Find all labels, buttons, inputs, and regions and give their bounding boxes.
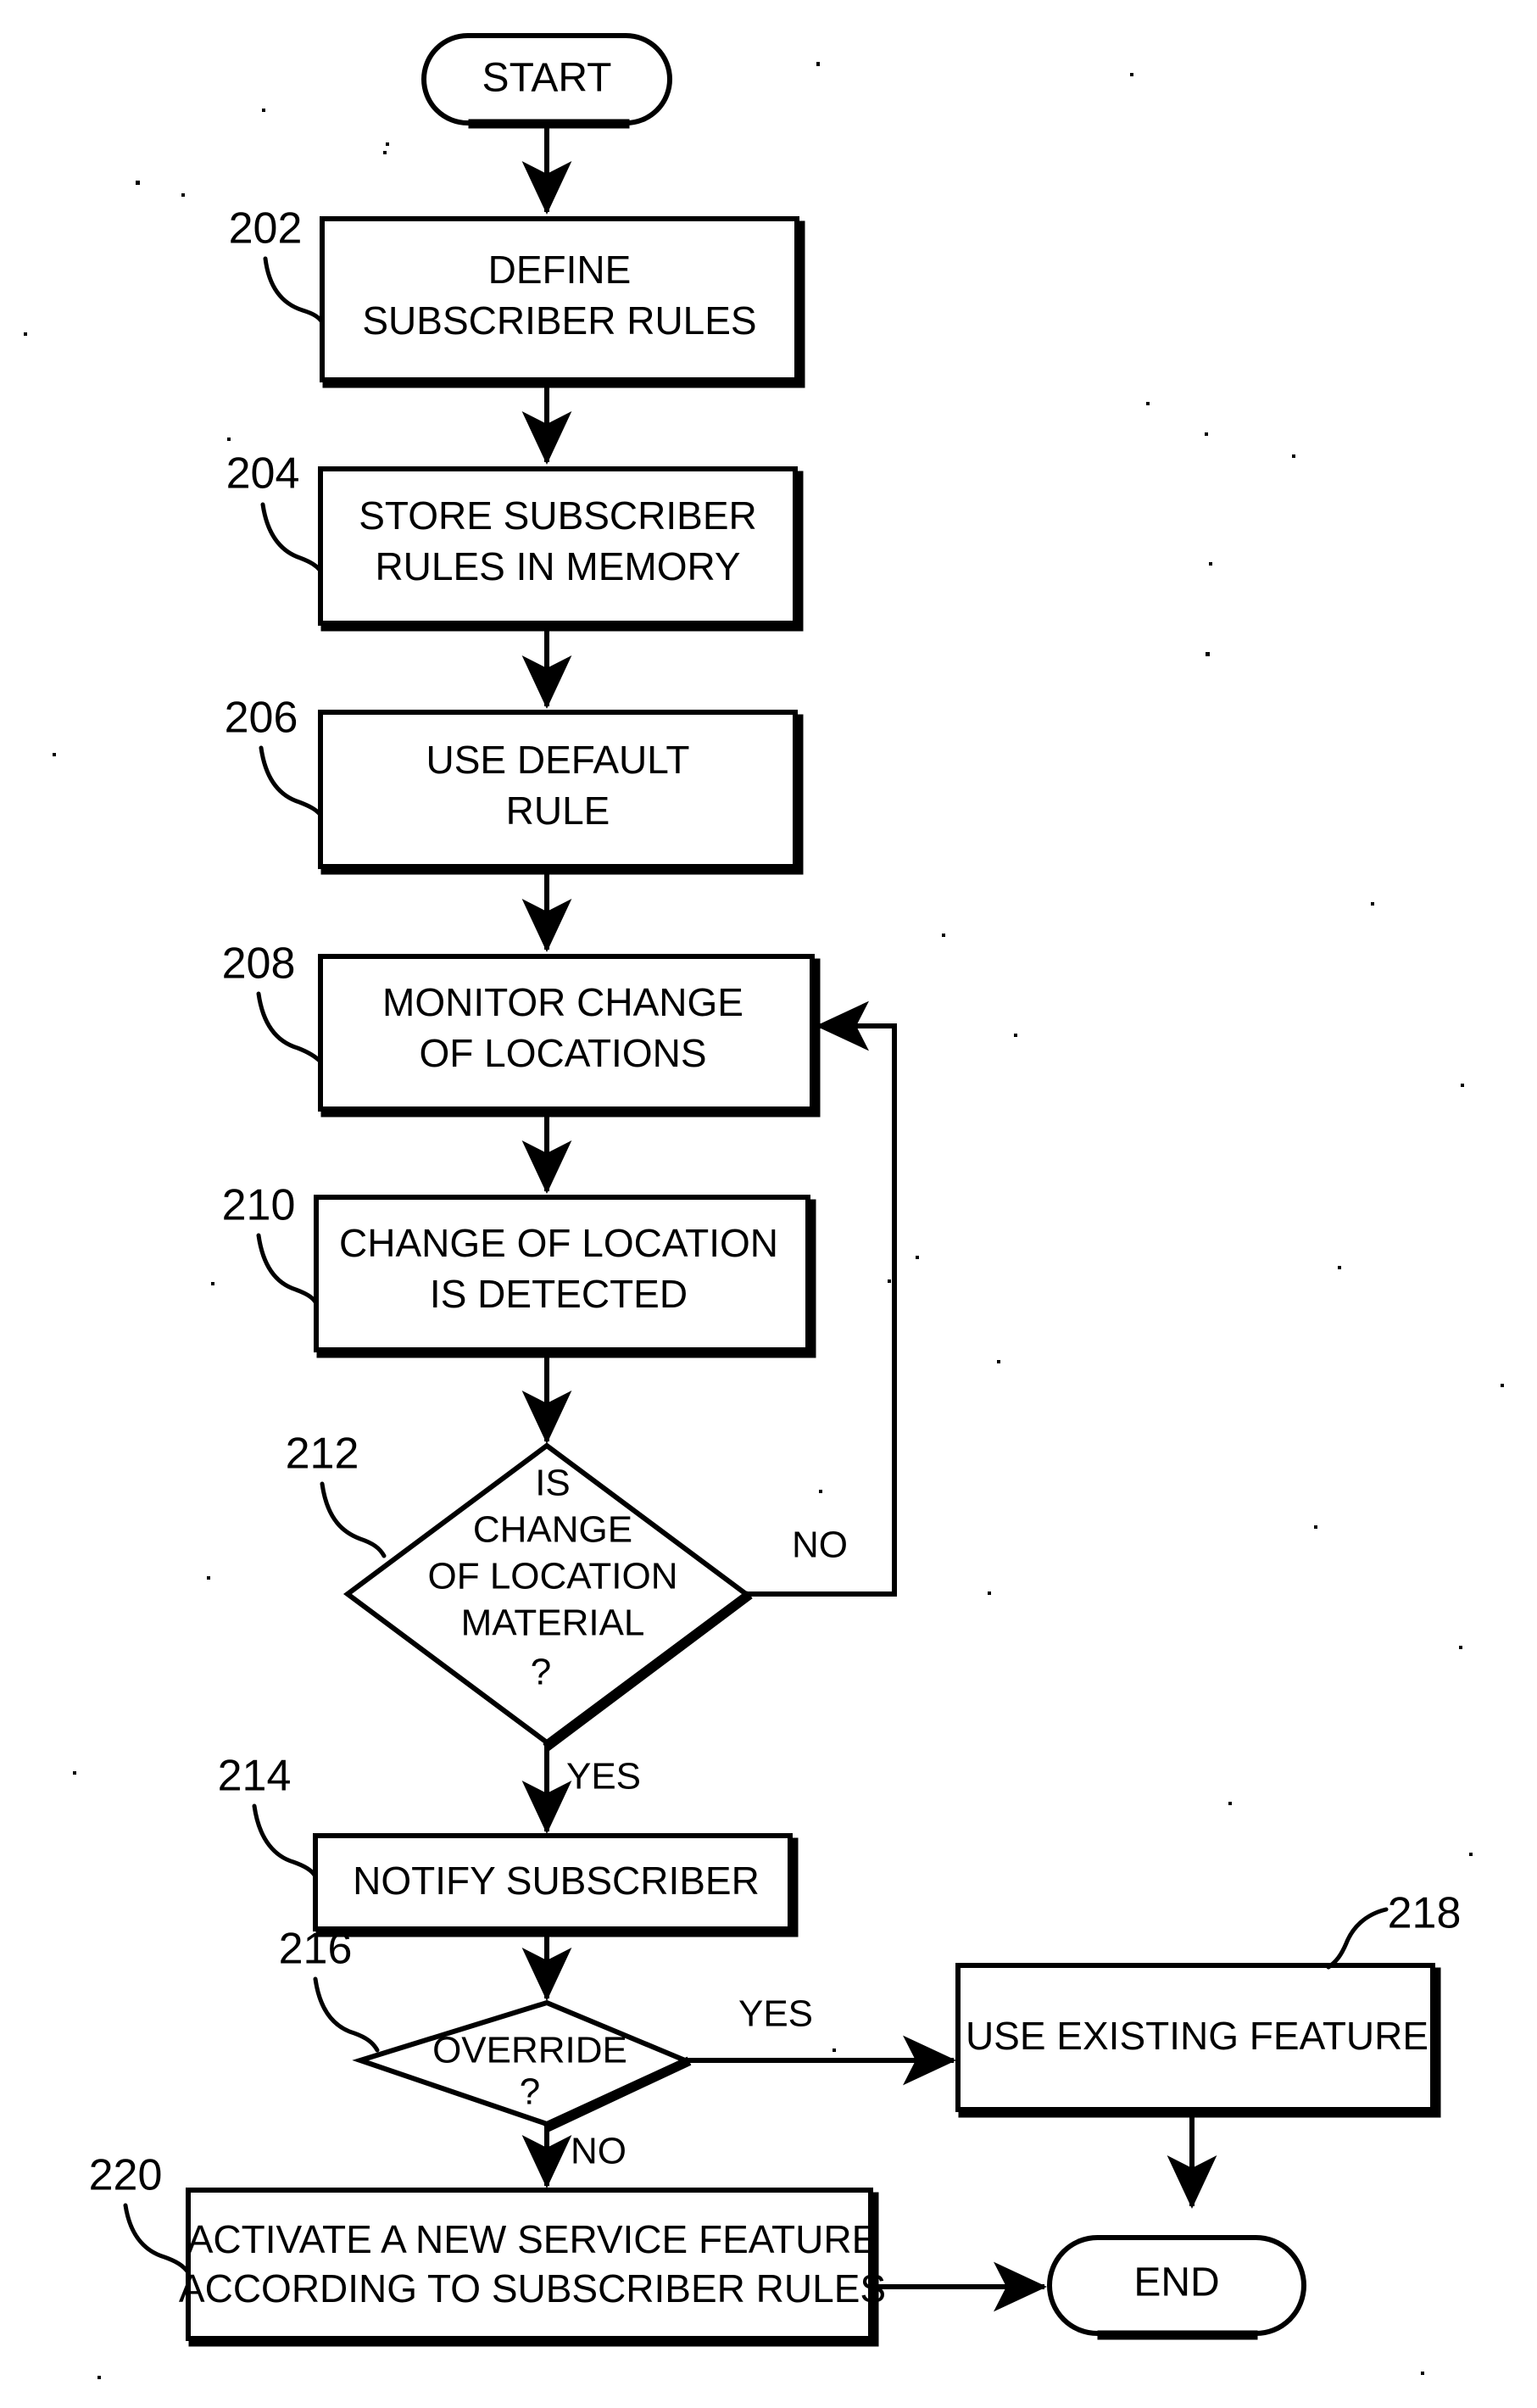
- node-216[interactable]: OVERRIDE ?: [352, 1999, 692, 2133]
- patent-figure-page: START DEFINE SUBSCRIBER RULES 202 STORE …: [0, 0, 1537, 2408]
- ref-callout-202: 202: [229, 204, 325, 325]
- node-206[interactable]: USE DEFAULT RULE: [318, 710, 804, 875]
- node-202-line-1: DEFINE: [488, 248, 632, 292]
- leader-line-216: [313, 1976, 380, 2053]
- ref-number-206: 206: [225, 694, 298, 743]
- node-218-line-1: USE EXISTING FEATURE: [966, 2014, 1428, 2058]
- node-216-line-2: ?: [520, 2071, 540, 2113]
- leader-line-206: [259, 745, 323, 817]
- leader-line-210: [256, 1233, 319, 1306]
- node-214-line-1: NOTIFY SUBSCRIBER: [353, 1859, 760, 1903]
- edge-label-no-212: NO: [792, 1525, 848, 1566]
- edge-label-yes-212: YES: [566, 1756, 641, 1798]
- node-210-line-2: IS DETECTED: [430, 1272, 688, 1316]
- node-212-line-1: IS: [535, 1463, 571, 1504]
- node-218[interactable]: USE EXISTING FEATURE: [955, 1963, 1441, 2118]
- node-212-line-5: ?: [531, 1652, 551, 1693]
- node-212[interactable]: IS CHANGE OF LOCATION MATERIAL ?: [342, 1442, 753, 1752]
- node-210-line-1: CHANGE OF LOCATION: [339, 1221, 778, 1265]
- ref-number-214: 214: [218, 1752, 292, 1801]
- ref-callout-220: 220: [89, 2151, 191, 2275]
- ref-callout-214: 214: [218, 1752, 318, 1879]
- node-206-line-2: RULE: [506, 789, 610, 833]
- node-220[interactable]: ACTIVATE A NEW SERVICE FEATURE ACCORDING…: [179, 2188, 886, 2347]
- ref-number-218: 218: [1388, 1889, 1462, 1938]
- node-214[interactable]: NOTIFY SUBSCRIBER: [313, 1833, 799, 1937]
- node-208[interactable]: MONITOR CHANGE OF LOCATIONS: [318, 954, 821, 1118]
- leader-line-220: [123, 2203, 191, 2275]
- ref-number-210: 210: [222, 1181, 296, 1230]
- ref-callout-212: 212: [286, 1430, 387, 1558]
- node-204-line-1: STORE SUBSCRIBER: [359, 493, 756, 538]
- ref-callout-206: 206: [225, 694, 323, 817]
- leader-line-208: [256, 991, 323, 1064]
- node-start[interactable]: START: [421, 33, 672, 129]
- node-202-line-2: SUBSCRIBER RULES: [362, 298, 756, 343]
- node-end[interactable]: END: [1047, 2235, 1306, 2340]
- ref-number-202: 202: [229, 204, 303, 254]
- ref-number-212: 212: [286, 1430, 359, 1479]
- ref-number-216: 216: [279, 1925, 353, 1974]
- node-212-line-4: MATERIAL: [461, 1603, 645, 1644]
- ref-number-220: 220: [89, 2151, 163, 2200]
- node-216-line-1: OVERRIDE: [432, 2030, 627, 2071]
- node-212-line-2: CHANGE: [473, 1509, 632, 1551]
- ref-callout-218: 218: [1326, 1889, 1462, 1970]
- node-start-label: START: [482, 56, 612, 101]
- leader-line-202: [263, 256, 325, 325]
- node-212-line-3: OF LOCATION: [428, 1556, 678, 1597]
- edge-label-yes-216: YES: [738, 1993, 813, 2035]
- ref-number-204: 204: [226, 449, 300, 499]
- node-202[interactable]: DEFINE SUBSCRIBER RULES: [320, 216, 805, 388]
- node-220-line-2: ACCORDING TO SUBSCRIBER RULES: [179, 2266, 886, 2310]
- node-204-line-2: RULES IN MEMORY: [375, 544, 740, 588]
- node-210[interactable]: CHANGE OF LOCATION IS DETECTED: [314, 1195, 816, 1358]
- leader-line-204: [260, 502, 323, 573]
- node-208-line-2: OF LOCATIONS: [419, 1031, 706, 1075]
- ref-callout-208: 208: [222, 939, 323, 1064]
- leader-line-214: [252, 1803, 318, 1879]
- ref-callout-216: 216: [279, 1925, 380, 2053]
- leader-line-212: [320, 1481, 387, 1558]
- edge-label-no-216: NO: [571, 2131, 626, 2172]
- ref-callout-210: 210: [222, 1181, 319, 1306]
- ref-callout-204: 204: [226, 449, 323, 573]
- leader-line-218: [1326, 1907, 1389, 1970]
- flowchart-canvas: START DEFINE SUBSCRIBER RULES 202 STORE …: [24, 33, 1504, 2379]
- node-208-line-1: MONITOR CHANGE: [382, 980, 743, 1024]
- node-204[interactable]: STORE SUBSCRIBER RULES IN MEMORY: [318, 466, 804, 632]
- node-end-label: END: [1133, 2260, 1219, 2305]
- node-220-line-1: ACTIVATE A NEW SERVICE FEATURE: [187, 2217, 878, 2261]
- node-206-line-1: USE DEFAULT: [426, 738, 690, 782]
- ref-number-208: 208: [222, 939, 296, 989]
